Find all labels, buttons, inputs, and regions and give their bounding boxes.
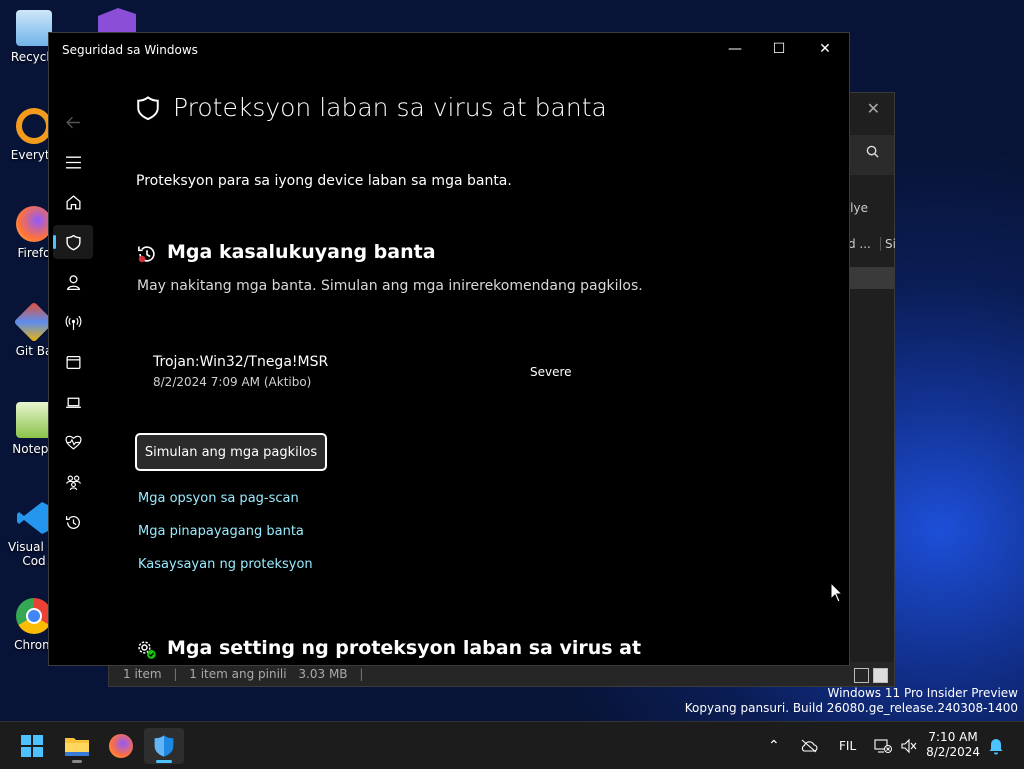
column-header[interactable]: Si bbox=[880, 237, 896, 251]
selected-file-row[interactable] bbox=[850, 267, 894, 289]
chrome-icon bbox=[16, 598, 52, 634]
scan-options-link[interactable]: Mga opsyon sa pag-scan bbox=[138, 491, 299, 506]
details-view-button[interactable] bbox=[854, 668, 869, 683]
firefox-taskbar-button[interactable] bbox=[101, 728, 141, 764]
file-explorer-button[interactable] bbox=[57, 728, 97, 764]
windows-security-taskbar-button[interactable] bbox=[144, 728, 184, 764]
threat-history-icon bbox=[138, 246, 155, 263]
close-button[interactable]: ✕ bbox=[815, 41, 835, 57]
status-selected: 1 item ang pinili bbox=[189, 667, 287, 681]
threat-timestamp: 8/2/2024 7:09 AM (Aktibo) bbox=[153, 375, 312, 389]
current-threats-heading-text: Mga kasalukuyang banta bbox=[167, 241, 436, 263]
threat-name: Trojan:Win32/Tnega!MSR bbox=[153, 354, 329, 370]
title-bar[interactable]: Seguridad sa Windows — ☐ ✕ bbox=[49, 33, 849, 67]
app-browser-icon[interactable] bbox=[53, 345, 93, 379]
family-icon[interactable] bbox=[53, 465, 93, 499]
clock-time: 7:10 AM bbox=[928, 730, 978, 744]
protection-settings-heading-line1: Mga setting ng proteksyon laban sa virus… bbox=[167, 637, 642, 659]
system-tray: ⌃ bbox=[768, 722, 780, 769]
windows-watermark: Windows 11 Pro Insider Preview Kopyang p… bbox=[685, 686, 1018, 716]
windows-security-window: Seguridad sa Windows — ☐ ✕ Proteksyon la… bbox=[48, 32, 850, 666]
visual-studio-icon bbox=[98, 8, 136, 34]
current-threats-heading: Mga kasalukuyang banta bbox=[137, 241, 436, 264]
start-icon bbox=[21, 735, 43, 757]
start-actions-button[interactable]: Simulan ang mga pagkilos bbox=[135, 433, 327, 471]
status-item-count: 1 item bbox=[123, 667, 162, 681]
menu-icon[interactable] bbox=[53, 145, 93, 179]
recycle-bin-icon bbox=[16, 10, 52, 46]
taskbar: ⌃ FIL 7:10 AM 8/2/2024 bbox=[0, 721, 1024, 769]
back-arrow-icon[interactable] bbox=[53, 105, 93, 139]
page-subtitle: Proteksyon para sa iyong device laban sa… bbox=[136, 173, 512, 189]
network-status-icon[interactable] bbox=[874, 722, 892, 769]
page-title: Proteksyon laban sa virus at banta bbox=[135, 93, 607, 122]
watermark-edition: Windows 11 Pro Insider Preview bbox=[827, 686, 1018, 700]
shield-icon bbox=[137, 95, 159, 120]
start-button[interactable] bbox=[12, 728, 52, 764]
settings-gear-check-icon bbox=[138, 641, 156, 659]
notepad-plus-icon bbox=[16, 402, 52, 438]
minimize-button[interactable]: — bbox=[725, 41, 745, 57]
notification-bell-icon[interactable] bbox=[988, 722, 1004, 769]
chevron-up-icon[interactable]: ⌃ bbox=[768, 738, 780, 754]
tiles-view-button[interactable] bbox=[873, 668, 888, 683]
current-threats-description: May nakitang mga banta. Simulan ang mga … bbox=[137, 278, 643, 294]
status-size: 3.03 MB bbox=[298, 667, 348, 681]
mouse-cursor-icon bbox=[830, 582, 844, 603]
window-title: Seguridad sa Windows bbox=[62, 43, 198, 57]
history-icon[interactable] bbox=[53, 505, 93, 539]
protection-settings-heading-line2: banta bbox=[167, 662, 641, 665]
watermark-build: Kopyang pansuri. Build 26080.ge_release.… bbox=[684, 701, 1018, 715]
page-title-text: Proteksyon laban sa virus at banta bbox=[173, 93, 607, 122]
navigation-sidebar bbox=[49, 67, 97, 665]
firefox-icon bbox=[109, 734, 133, 758]
search-icon[interactable] bbox=[850, 135, 894, 175]
account-icon[interactable] bbox=[53, 265, 93, 299]
view-buttons bbox=[854, 668, 888, 683]
settings-icon[interactable] bbox=[53, 657, 93, 665]
maximize-button[interactable]: ☐ bbox=[769, 41, 789, 57]
running-indicator bbox=[72, 760, 82, 763]
home-icon[interactable] bbox=[53, 185, 93, 219]
desktop-icon-visual-studio[interactable] bbox=[94, 8, 140, 34]
firefox-icon bbox=[16, 206, 52, 242]
allowed-threats-link[interactable]: Mga pinapayagang banta bbox=[138, 524, 304, 539]
everything-search-icon bbox=[16, 108, 52, 144]
clock[interactable]: 7:10 AM 8/2/2024 bbox=[926, 730, 980, 760]
column-headers: d ... Si bbox=[848, 237, 896, 259]
clock-date: 8/2/2024 bbox=[926, 745, 980, 759]
onedrive-icon[interactable] bbox=[800, 722, 818, 769]
file-explorer-icon bbox=[65, 738, 89, 756]
language-indicator[interactable]: FIL bbox=[839, 722, 856, 769]
protection-history-link[interactable]: Kasaysayan ng proteksyon bbox=[138, 557, 313, 572]
running-indicator bbox=[156, 760, 172, 763]
device-icon[interactable] bbox=[53, 385, 93, 419]
background-close-button[interactable]: ✕ bbox=[867, 99, 880, 118]
vscode-icon bbox=[16, 500, 52, 536]
shield-icon[interactable] bbox=[53, 225, 93, 259]
column-header[interactable]: d ... bbox=[848, 237, 871, 251]
windows-security-icon bbox=[154, 735, 174, 757]
volume-muted-icon[interactable] bbox=[900, 722, 918, 769]
protection-settings-heading: Mga setting ng proteksyon laban sa virus… bbox=[137, 637, 642, 665]
network-icon[interactable] bbox=[53, 305, 93, 339]
threat-severity: Severe bbox=[530, 365, 572, 379]
health-icon[interactable] bbox=[53, 425, 93, 459]
